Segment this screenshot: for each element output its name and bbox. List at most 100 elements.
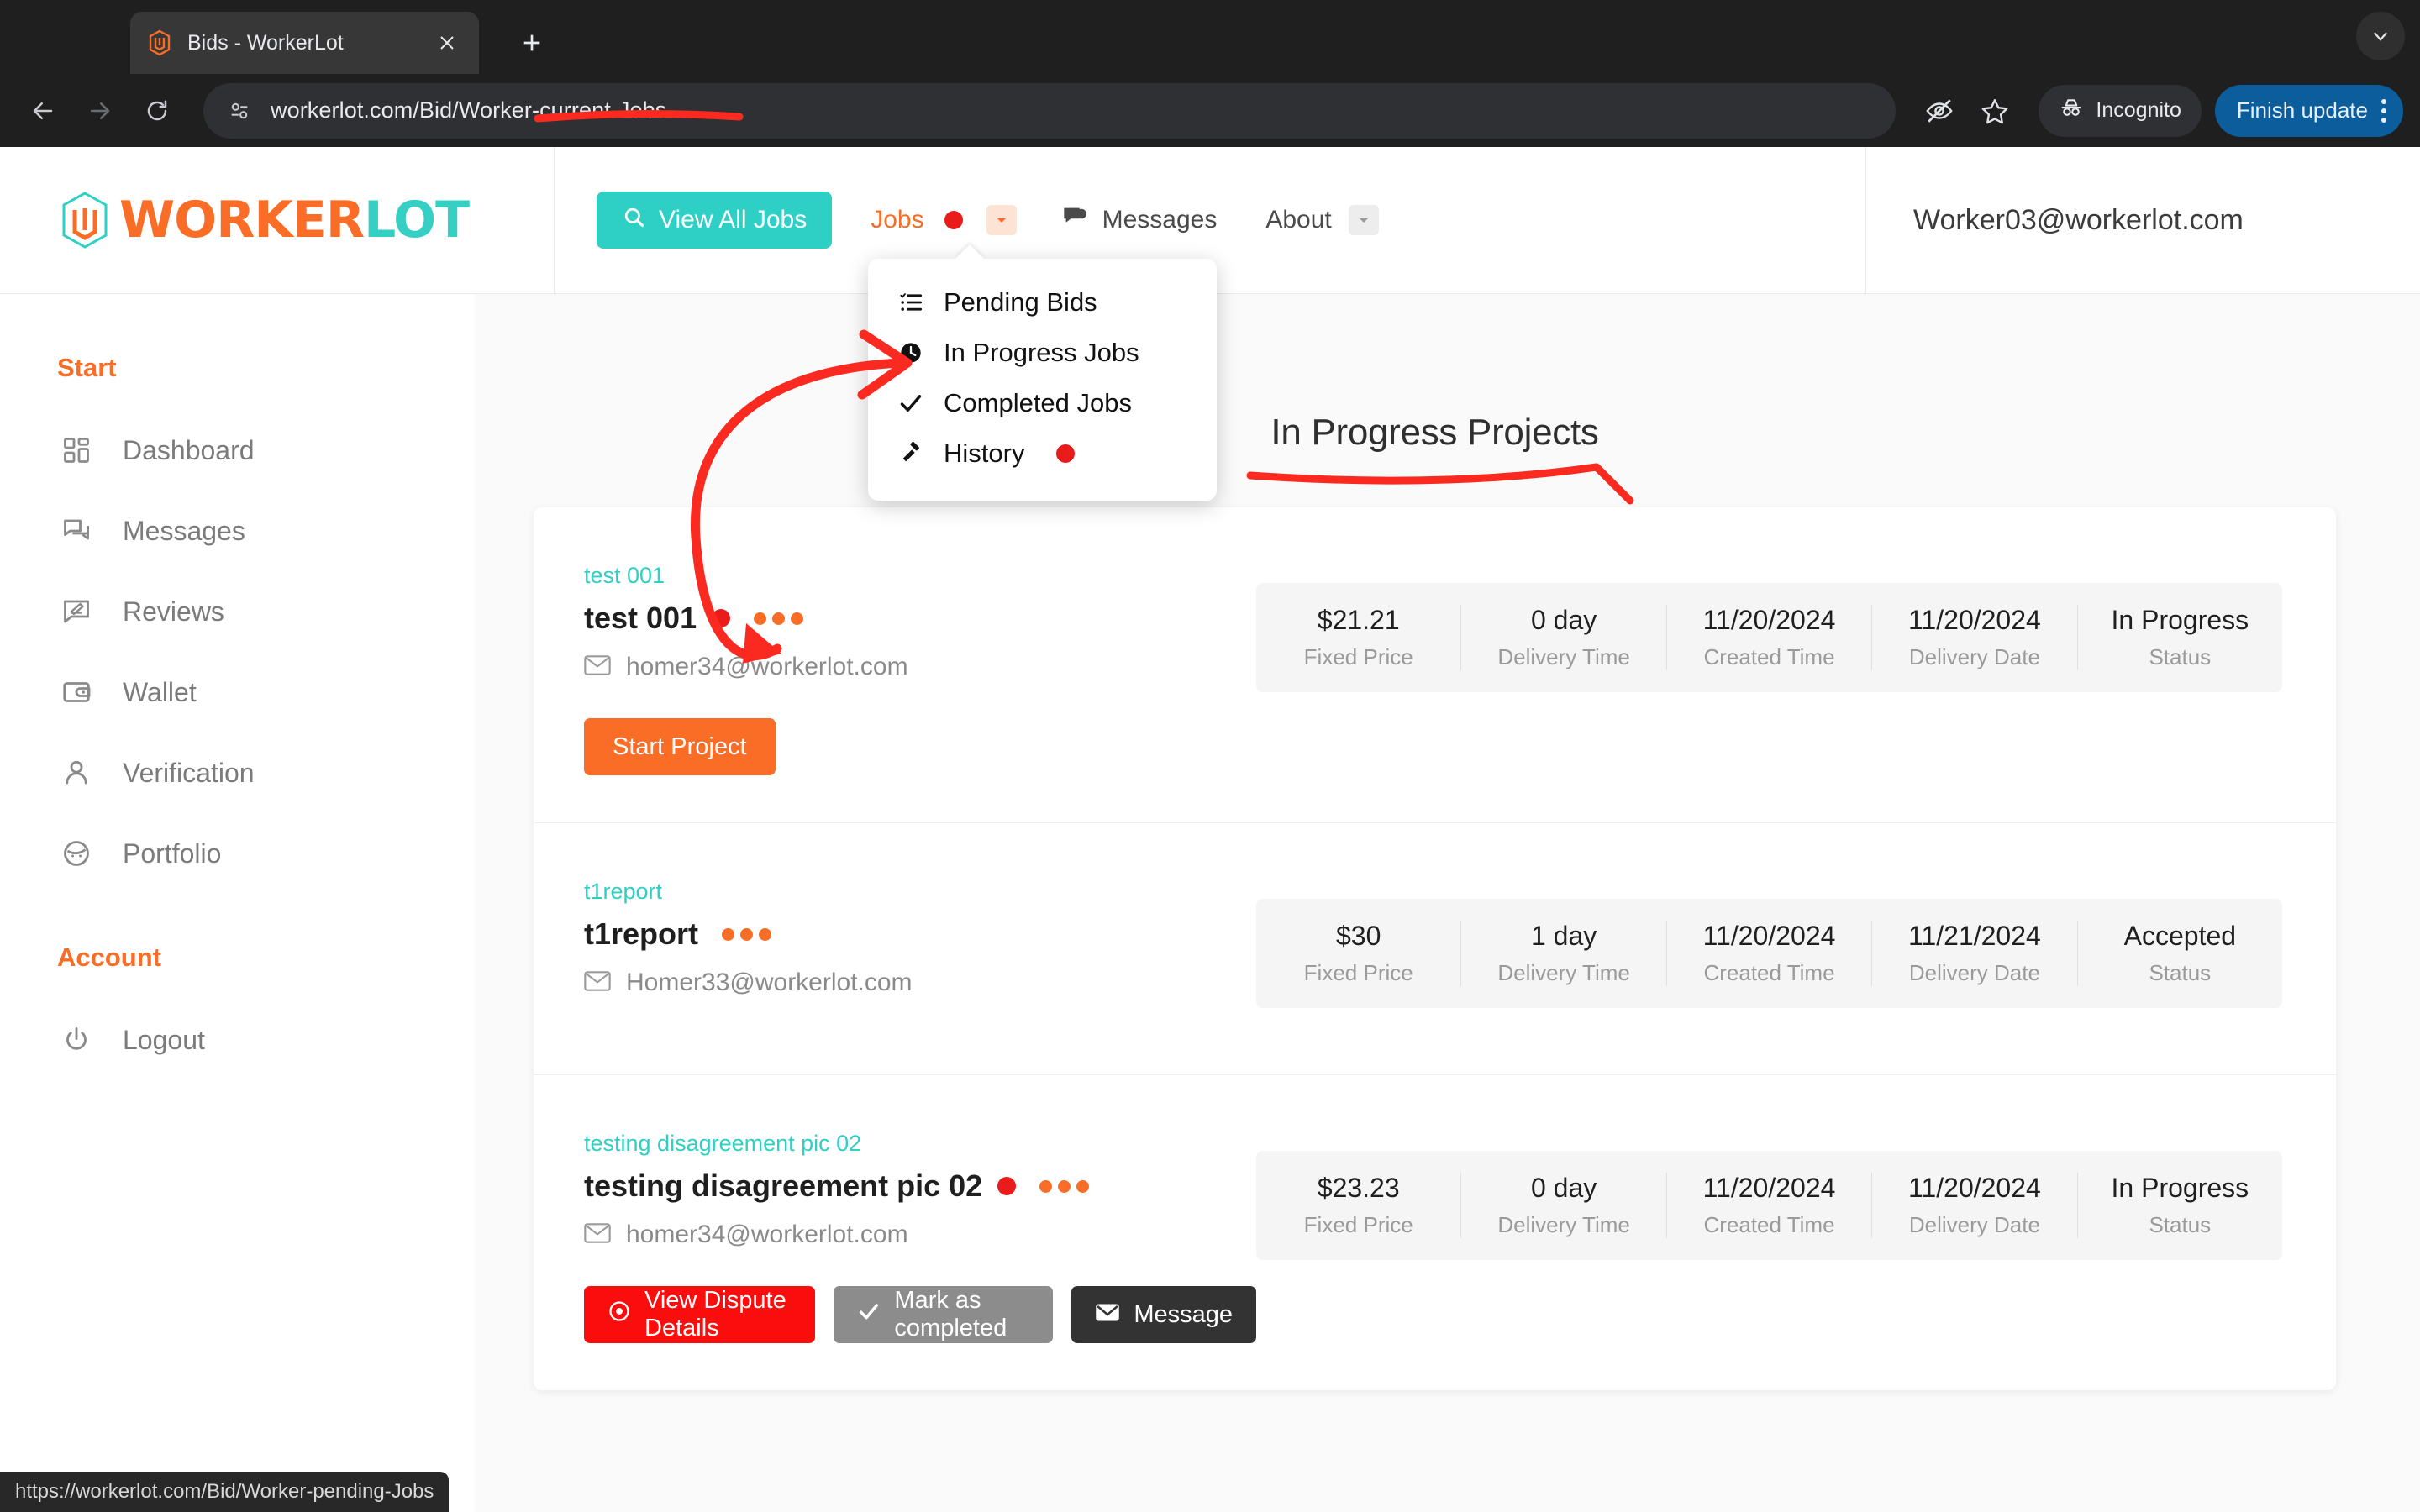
stat-fixed-price: $23.23 Fixed Price	[1256, 1173, 1462, 1238]
project-client-email: homer34@workerlot.com	[584, 1221, 1256, 1249]
site-info-icon[interactable]	[222, 93, 257, 129]
stat-created-time: 11/20/2024 Created Time	[1667, 921, 1873, 986]
address-bar[interactable]: workerlot.com/Bid/Worker-current-Jobs	[203, 82, 1897, 139]
sidebar-item-dashboard[interactable]: Dashboard	[0, 410, 475, 491]
project-subtitle[interactable]: testing disagreement pic 02	[584, 1131, 1256, 1157]
check-icon	[857, 1299, 881, 1330]
stat-label: Status	[2149, 1212, 2212, 1237]
incognito-icon	[2059, 95, 2084, 126]
sidebar-item-label: Messages	[123, 515, 245, 546]
sidebar-item-label: Dashboard	[123, 434, 255, 465]
message-label: Message	[1134, 1300, 1233, 1328]
header-user-email[interactable]: Worker03@workerlot.com	[1865, 147, 2420, 293]
stat-label: Fixed Price	[1303, 644, 1413, 669]
stat-value: Accepted	[2123, 921, 2237, 951]
incognito-indicator[interactable]: Incognito	[2039, 84, 2202, 137]
project-more-options-icon[interactable]	[754, 612, 804, 625]
project-stats: $23.23 Fixed Price 0 day Delivery Time 1…	[1256, 1151, 2282, 1260]
main-content: In Progress Projects test 001 test 001 h…	[475, 294, 2420, 1512]
menu-item-history[interactable]: History	[868, 428, 1217, 479]
list-check-icon	[898, 290, 923, 315]
reload-icon[interactable]	[131, 85, 183, 137]
stat-value: $21.21	[1317, 605, 1400, 635]
project-card: testing disagreement pic 02 testing disa…	[534, 1075, 2336, 1390]
start-project-label: Start Project	[613, 732, 747, 760]
stat-label: Delivery Date	[1908, 960, 2040, 985]
stat-label: Fixed Price	[1303, 1212, 1413, 1237]
stat-label: Status	[2149, 644, 2212, 669]
browser-chrome: Bids - WorkerLot workerlot.com/Bid/Worke…	[0, 0, 2420, 147]
chevron-down-icon[interactable]	[986, 205, 1017, 235]
start-project-button[interactable]: Start Project	[584, 718, 776, 775]
nav-item-about[interactable]: About	[1265, 205, 1379, 235]
sidebar-item-portfolio[interactable]: Portfolio	[0, 813, 475, 894]
view-all-jobs-button[interactable]: View All Jobs	[597, 192, 833, 249]
sidebar-item-verification[interactable]: Verification	[0, 732, 475, 813]
incognito-label: Incognito	[2096, 98, 2181, 122]
sidebar-heading-account: Account	[57, 942, 161, 972]
close-icon[interactable]	[430, 26, 464, 60]
star-icon[interactable]	[1971, 87, 2018, 134]
view-dispute-details-button[interactable]: View Dispute Details	[584, 1286, 816, 1343]
chevron-down-icon[interactable]	[2356, 12, 2405, 60]
forward-arrow-icon[interactable]	[74, 85, 126, 137]
eye-off-icon[interactable]	[1916, 87, 1963, 134]
stat-created-time: 11/20/2024 Created Time	[1667, 1173, 1873, 1238]
stat-created-time: 11/20/2024 Created Time	[1667, 605, 1873, 670]
project-stats: $30 Fixed Price 1 day Delivery Time 11/2…	[1256, 899, 2282, 1008]
stat-value: In Progress	[2111, 1173, 2249, 1203]
sidebar-item-reviews[interactable]: Reviews	[0, 571, 475, 652]
stat-delivery-time: 0 day Delivery Time	[1461, 605, 1667, 670]
jobs-dropdown-menu: Pending Bids In Progress Jobs Completed …	[868, 259, 1217, 501]
sidebar-heading-start: Start	[57, 353, 117, 382]
sidebar: Start Dashboard Messages Reviews Wallet …	[0, 294, 475, 1512]
sidebar-item-label: Portfolio	[123, 837, 222, 869]
logo-worker-text: WORKER	[119, 191, 365, 249]
chevron-down-icon[interactable]	[1348, 205, 1379, 235]
project-card-info: testing disagreement pic 02 testing disa…	[584, 1122, 1256, 1343]
tab-strip: Bids - WorkerLot	[0, 0, 2420, 74]
stat-fixed-price: $21.21 Fixed Price	[1256, 605, 1462, 670]
project-subtitle[interactable]: test 001	[584, 563, 1256, 589]
sidebar-item-messages[interactable]: Messages	[0, 491, 475, 571]
finish-update-button[interactable]: Finish update	[2214, 84, 2403, 137]
site-logo[interactable]: WORKERLOT	[0, 147, 555, 293]
kebab-menu-icon[interactable]	[2381, 98, 2386, 123]
mark-as-completed-button[interactable]: Mark as completed	[834, 1286, 1054, 1343]
envelope-icon	[584, 969, 611, 996]
chat-icon	[59, 513, 94, 549]
project-subtitle[interactable]: t1report	[584, 879, 1256, 905]
stat-delivery-date: 11/20/2024 Delivery Date	[1872, 605, 2078, 670]
stat-status: Accepted Status	[2078, 921, 2282, 986]
search-icon	[622, 205, 645, 235]
menu-item-completed-jobs[interactable]: Completed Jobs	[868, 378, 1217, 428]
stat-label: Created Time	[1703, 1212, 1835, 1237]
power-icon	[59, 1022, 94, 1058]
project-alert-badge	[712, 609, 731, 627]
menu-item-pending-bids[interactable]: Pending Bids	[868, 277, 1217, 328]
view-dispute-details-label: View Dispute Details	[644, 1287, 786, 1341]
stat-label: Delivery Time	[1497, 644, 1630, 669]
project-more-options-icon[interactable]	[722, 927, 772, 941]
nav-item-messages[interactable]: Messages	[1062, 205, 1217, 235]
project-more-options-icon[interactable]	[1039, 1179, 1090, 1193]
menu-item-in-progress-jobs[interactable]: In Progress Jobs	[868, 328, 1217, 378]
nav-item-jobs[interactable]: Jobs	[871, 205, 1017, 235]
message-button[interactable]: Message	[1071, 1286, 1256, 1343]
project-actions: View Dispute Details Mark as completed M…	[584, 1286, 1256, 1343]
dashboard-icon	[59, 433, 94, 468]
browser-tab[interactable]: Bids - WorkerLot	[130, 12, 479, 74]
stat-delivery-date: 11/21/2024 Delivery Date	[1872, 921, 2078, 986]
back-arrow-icon[interactable]	[17, 85, 69, 137]
mark-as-completed-label: Mark as completed	[894, 1287, 1007, 1341]
stat-label: Fixed Price	[1303, 960, 1413, 985]
sidebar-item-logout[interactable]: Logout	[0, 1000, 475, 1080]
sidebar-item-wallet[interactable]: Wallet	[0, 652, 475, 732]
sidebar-item-label: Wallet	[123, 676, 197, 707]
project-card: test 001 test 001 homer34@workerlot.com …	[534, 507, 2336, 823]
browser-toolbar: workerlot.com/Bid/Worker-current-Jobs In…	[0, 74, 2420, 147]
project-client-email-text: homer34@workerlot.com	[626, 653, 908, 680]
stat-value: 11/20/2024	[1702, 921, 1836, 951]
stat-value: 11/20/2024	[1702, 1173, 1836, 1203]
new-tab-button[interactable]	[511, 22, 553, 64]
